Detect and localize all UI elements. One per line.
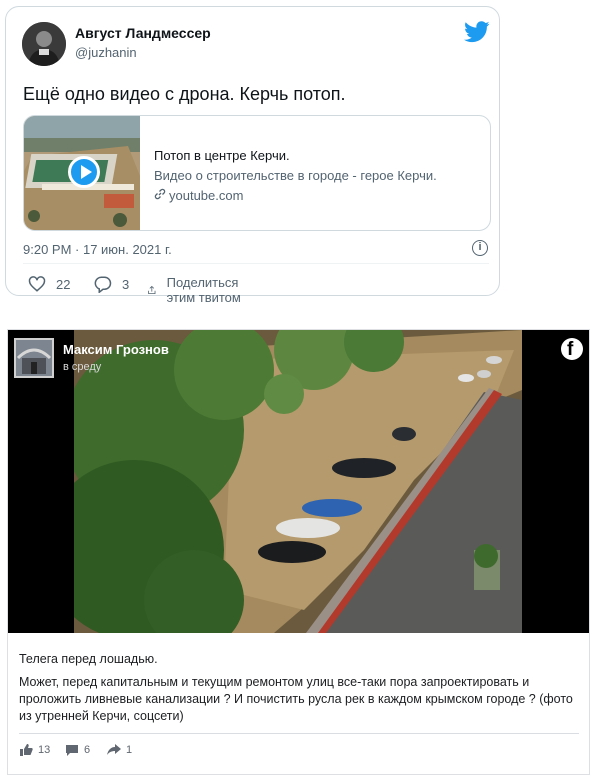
comment-button[interactable]: 6	[65, 744, 90, 756]
tweet-card[interactable]: Август Ландмессер @juzhanin Ещё одно вид…	[5, 6, 500, 305]
like-button[interactable]: 22	[28, 275, 70, 293]
flood-photo[interactable]	[74, 330, 522, 633]
divider	[23, 263, 489, 264]
twitter-bird-icon[interactable]	[464, 21, 490, 43]
link-card[interactable]: Потоп в центре Керчи. Видео о строительс…	[23, 115, 491, 231]
link-card-description: Видео о строительстве в городе - герое К…	[154, 168, 437, 183]
post-text-title: Телега перед лошадью.	[19, 652, 158, 666]
share-count: 1	[126, 744, 133, 756]
like-icon	[20, 744, 33, 756]
share-button[interactable]: 1	[107, 744, 132, 756]
like-count: 22	[56, 276, 71, 292]
link-card-domain[interactable]: youtube.com	[154, 188, 243, 203]
reply-button[interactable]: 3	[94, 275, 129, 293]
heart-icon	[28, 276, 46, 292]
share-button[interactable]: Поделиться этим твитом	[147, 275, 247, 305]
author-name[interactable]: Август Ландмессер	[75, 25, 211, 41]
share-label: Поделиться этим твитом	[166, 275, 241, 305]
play-icon[interactable]	[68, 156, 100, 188]
facebook-logo-icon[interactable]: f	[561, 338, 583, 360]
reply-icon	[94, 276, 112, 293]
link-card-title[interactable]: Потоп в центре Керчи.	[154, 148, 290, 163]
facebook-logo-letter: f	[567, 339, 574, 360]
post-media[interactable]: Максим Грознов в среду f	[8, 330, 589, 633]
comment-icon	[66, 745, 78, 756]
facebook-post: Максим Грознов в среду f Телега перед ло…	[7, 329, 590, 775]
comment-count: 6	[84, 744, 91, 756]
author-name[interactable]: Максим Грознов	[63, 342, 169, 357]
post-time[interactable]: в среду	[63, 361, 101, 373]
avatar[interactable]	[14, 338, 54, 378]
post-text-body: Может, перед капитальным и текущим ремон…	[19, 675, 573, 723]
link-icon	[154, 188, 166, 203]
share-icon	[107, 744, 121, 755]
avatar[interactable]	[22, 22, 66, 66]
like-count: 13	[38, 744, 51, 756]
share-icon	[148, 285, 156, 295]
divider	[19, 733, 579, 734]
tweet-text: Ещё одно видео с дрона. Керчь потоп.	[23, 84, 346, 104]
tweet-timestamp[interactable]: 9:20 PM · 17 июн. 2021 г.	[23, 242, 172, 257]
like-button[interactable]: 13	[19, 744, 50, 756]
link-domain-text[interactable]: youtube.com	[169, 188, 243, 203]
info-icon[interactable]: i	[472, 240, 488, 256]
reply-count: 3	[122, 276, 130, 292]
author-handle[interactable]: @juzhanin	[75, 45, 137, 60]
